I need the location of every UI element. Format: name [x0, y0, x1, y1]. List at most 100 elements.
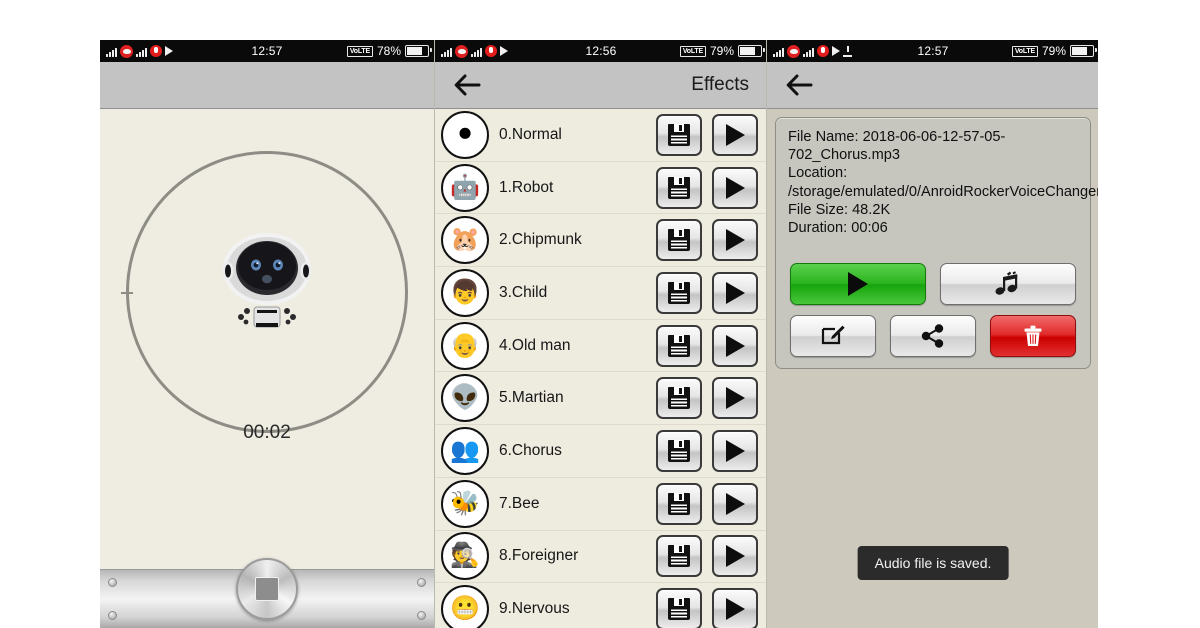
robot-avatar	[219, 227, 315, 337]
stop-record-button[interactable]	[236, 558, 298, 620]
battery-percent: 79%	[1041, 44, 1066, 58]
rename-button[interactable]	[790, 315, 876, 357]
effect-label: 3.Child	[499, 283, 548, 301]
play-effect-button[interactable]	[712, 219, 758, 262]
bee-avatar: 🐝	[441, 479, 489, 528]
avatar-glyph: 👽	[450, 384, 480, 412]
edit-icon	[821, 325, 845, 345]
effect-row[interactable]: 🐹 2.Chipmunk	[435, 214, 767, 268]
play-effect-button[interactable]	[712, 271, 758, 314]
toast-message: Audio file is saved.	[857, 546, 1009, 580]
effect-label: 2.Chipmunk	[499, 231, 582, 249]
normal-avatar: ⚫	[441, 110, 489, 159]
play-icon	[725, 176, 745, 199]
back-button[interactable]	[785, 72, 813, 98]
avatar-glyph: 👦	[450, 278, 480, 306]
chipmunk-avatar: 🐹	[441, 216, 489, 265]
effect-label: 9.Nervous	[499, 600, 570, 618]
effect-row[interactable]: 🕵 8.Foreigner	[435, 531, 767, 584]
delete-button[interactable]	[990, 315, 1076, 357]
play-icon	[725, 229, 745, 252]
recorder-bottom-bar	[100, 558, 434, 628]
file-action-row-2	[790, 315, 1076, 357]
status-bar-file: 12:57 VoLTE 79%	[767, 40, 1098, 62]
play-effect-button[interactable]	[712, 588, 758, 628]
back-button[interactable]	[453, 72, 481, 98]
play-effect-button[interactable]	[712, 482, 758, 525]
recorder-body: 00:02	[100, 109, 434, 628]
save-effect-button[interactable]	[656, 377, 702, 420]
record-timer: 00:02	[243, 422, 291, 443]
file-info-text: File Name: 2018-06-06-12-57-05-702_Choru…	[788, 129, 1098, 237]
status-bar-effects: 12:56 VoLTE 79%	[435, 40, 767, 62]
save-effect-button[interactable]	[656, 535, 702, 578]
play-icon	[725, 123, 745, 146]
save-effect-button[interactable]	[656, 324, 702, 367]
action-bar-recorder	[100, 62, 434, 109]
save-icon	[668, 334, 690, 357]
effect-row[interactable]: 👽 5.Martian	[435, 372, 767, 426]
effect-label: 1.Robot	[499, 178, 554, 196]
screenshot-canvas: 12:57 VoLTE 78% 00:02 12:56 VoLTE 79% Ef…	[0, 0, 1200, 628]
save-effect-button[interactable]	[656, 271, 702, 314]
file-info-panel: File Name: 2018-06-06-12-57-05-702_Choru…	[775, 117, 1098, 369]
martian-avatar: 👽	[441, 374, 489, 423]
three-phone-screens: 12:57 VoLTE 78% 00:02 12:56 VoLTE 79% Ef…	[100, 40, 1098, 628]
effect-row[interactable]: 👦 3.Child	[435, 267, 767, 320]
effect-label: 4.Old man	[499, 336, 571, 354]
file-action-row-1	[790, 263, 1076, 305]
status-bar-right-icons: VoLTE 79%	[679, 40, 765, 62]
screw-icon	[417, 578, 426, 587]
effect-row[interactable]: ⚫ 0.Normal	[435, 109, 767, 162]
effect-label: 5.Martian	[499, 389, 564, 407]
effect-row[interactable]: 😬 9.Nervous	[435, 583, 767, 628]
save-icon	[668, 492, 690, 515]
play-effect-button[interactable]	[712, 377, 758, 420]
battery-percent: 79%	[709, 44, 734, 58]
effect-row[interactable]: 👴 4.Old man	[435, 320, 767, 373]
effect-row[interactable]: 🤖 1.Robot	[435, 162, 767, 215]
oldman-avatar: 👴	[441, 321, 489, 370]
play-icon	[725, 281, 745, 304]
screen-recorder: 12:57 VoLTE 78% 00:02	[100, 40, 434, 628]
share-icon	[921, 324, 944, 348]
play-icon	[725, 439, 745, 462]
save-effect-button[interactable]	[656, 429, 702, 472]
effects-list[interactable]: ⚫ 0.Normal 🤖 1.Robot 🐹 2.Chipmunk 👦 3.Child 👴 4.O…	[435, 109, 767, 628]
action-bar-file	[767, 62, 1098, 109]
avatar-glyph: 🐝	[450, 489, 480, 517]
effect-row[interactable]: 🐝 7.Bee	[435, 478, 767, 531]
save-icon	[668, 598, 690, 621]
screen-file-detail: 12:57 VoLTE 79% File Name: 2018-06-06-12…	[766, 40, 1098, 628]
save-icon	[668, 176, 690, 199]
robot-avatar: 🤖	[441, 163, 489, 212]
foreigner-avatar: 🕵	[441, 532, 489, 581]
save-effect-button[interactable]	[656, 166, 702, 209]
chorus-avatar: 👥	[441, 426, 489, 475]
save-icon	[668, 387, 690, 410]
effect-label: 0.Normal	[499, 125, 562, 143]
play-effect-button[interactable]	[712, 429, 758, 472]
save-icon	[668, 281, 690, 304]
play-button[interactable]	[790, 263, 926, 305]
save-effect-button[interactable]	[656, 113, 702, 156]
play-icon	[725, 492, 745, 515]
share-button[interactable]	[890, 315, 976, 357]
play-effect-button[interactable]	[712, 166, 758, 209]
save-effect-button[interactable]	[656, 482, 702, 525]
play-effect-button[interactable]	[712, 113, 758, 156]
save-effect-button[interactable]	[656, 588, 702, 628]
screw-icon	[108, 611, 117, 620]
play-effect-button[interactable]	[712, 535, 758, 578]
effect-label: 8.Foreigner	[499, 547, 579, 565]
play-icon	[725, 598, 745, 621]
play-effect-button[interactable]	[712, 324, 758, 367]
page-title: Effects	[691, 74, 749, 95]
avatar-glyph: 🤖	[450, 173, 480, 201]
play-icon	[725, 545, 745, 568]
avatar-glyph: 👴	[450, 331, 480, 359]
save-effect-button[interactable]	[656, 219, 702, 262]
effect-row[interactable]: 👥 6.Chorus	[435, 425, 767, 478]
set-ringtone-button[interactable]	[940, 263, 1076, 305]
status-bar-right-icons: VoLTE 78%	[346, 40, 432, 62]
